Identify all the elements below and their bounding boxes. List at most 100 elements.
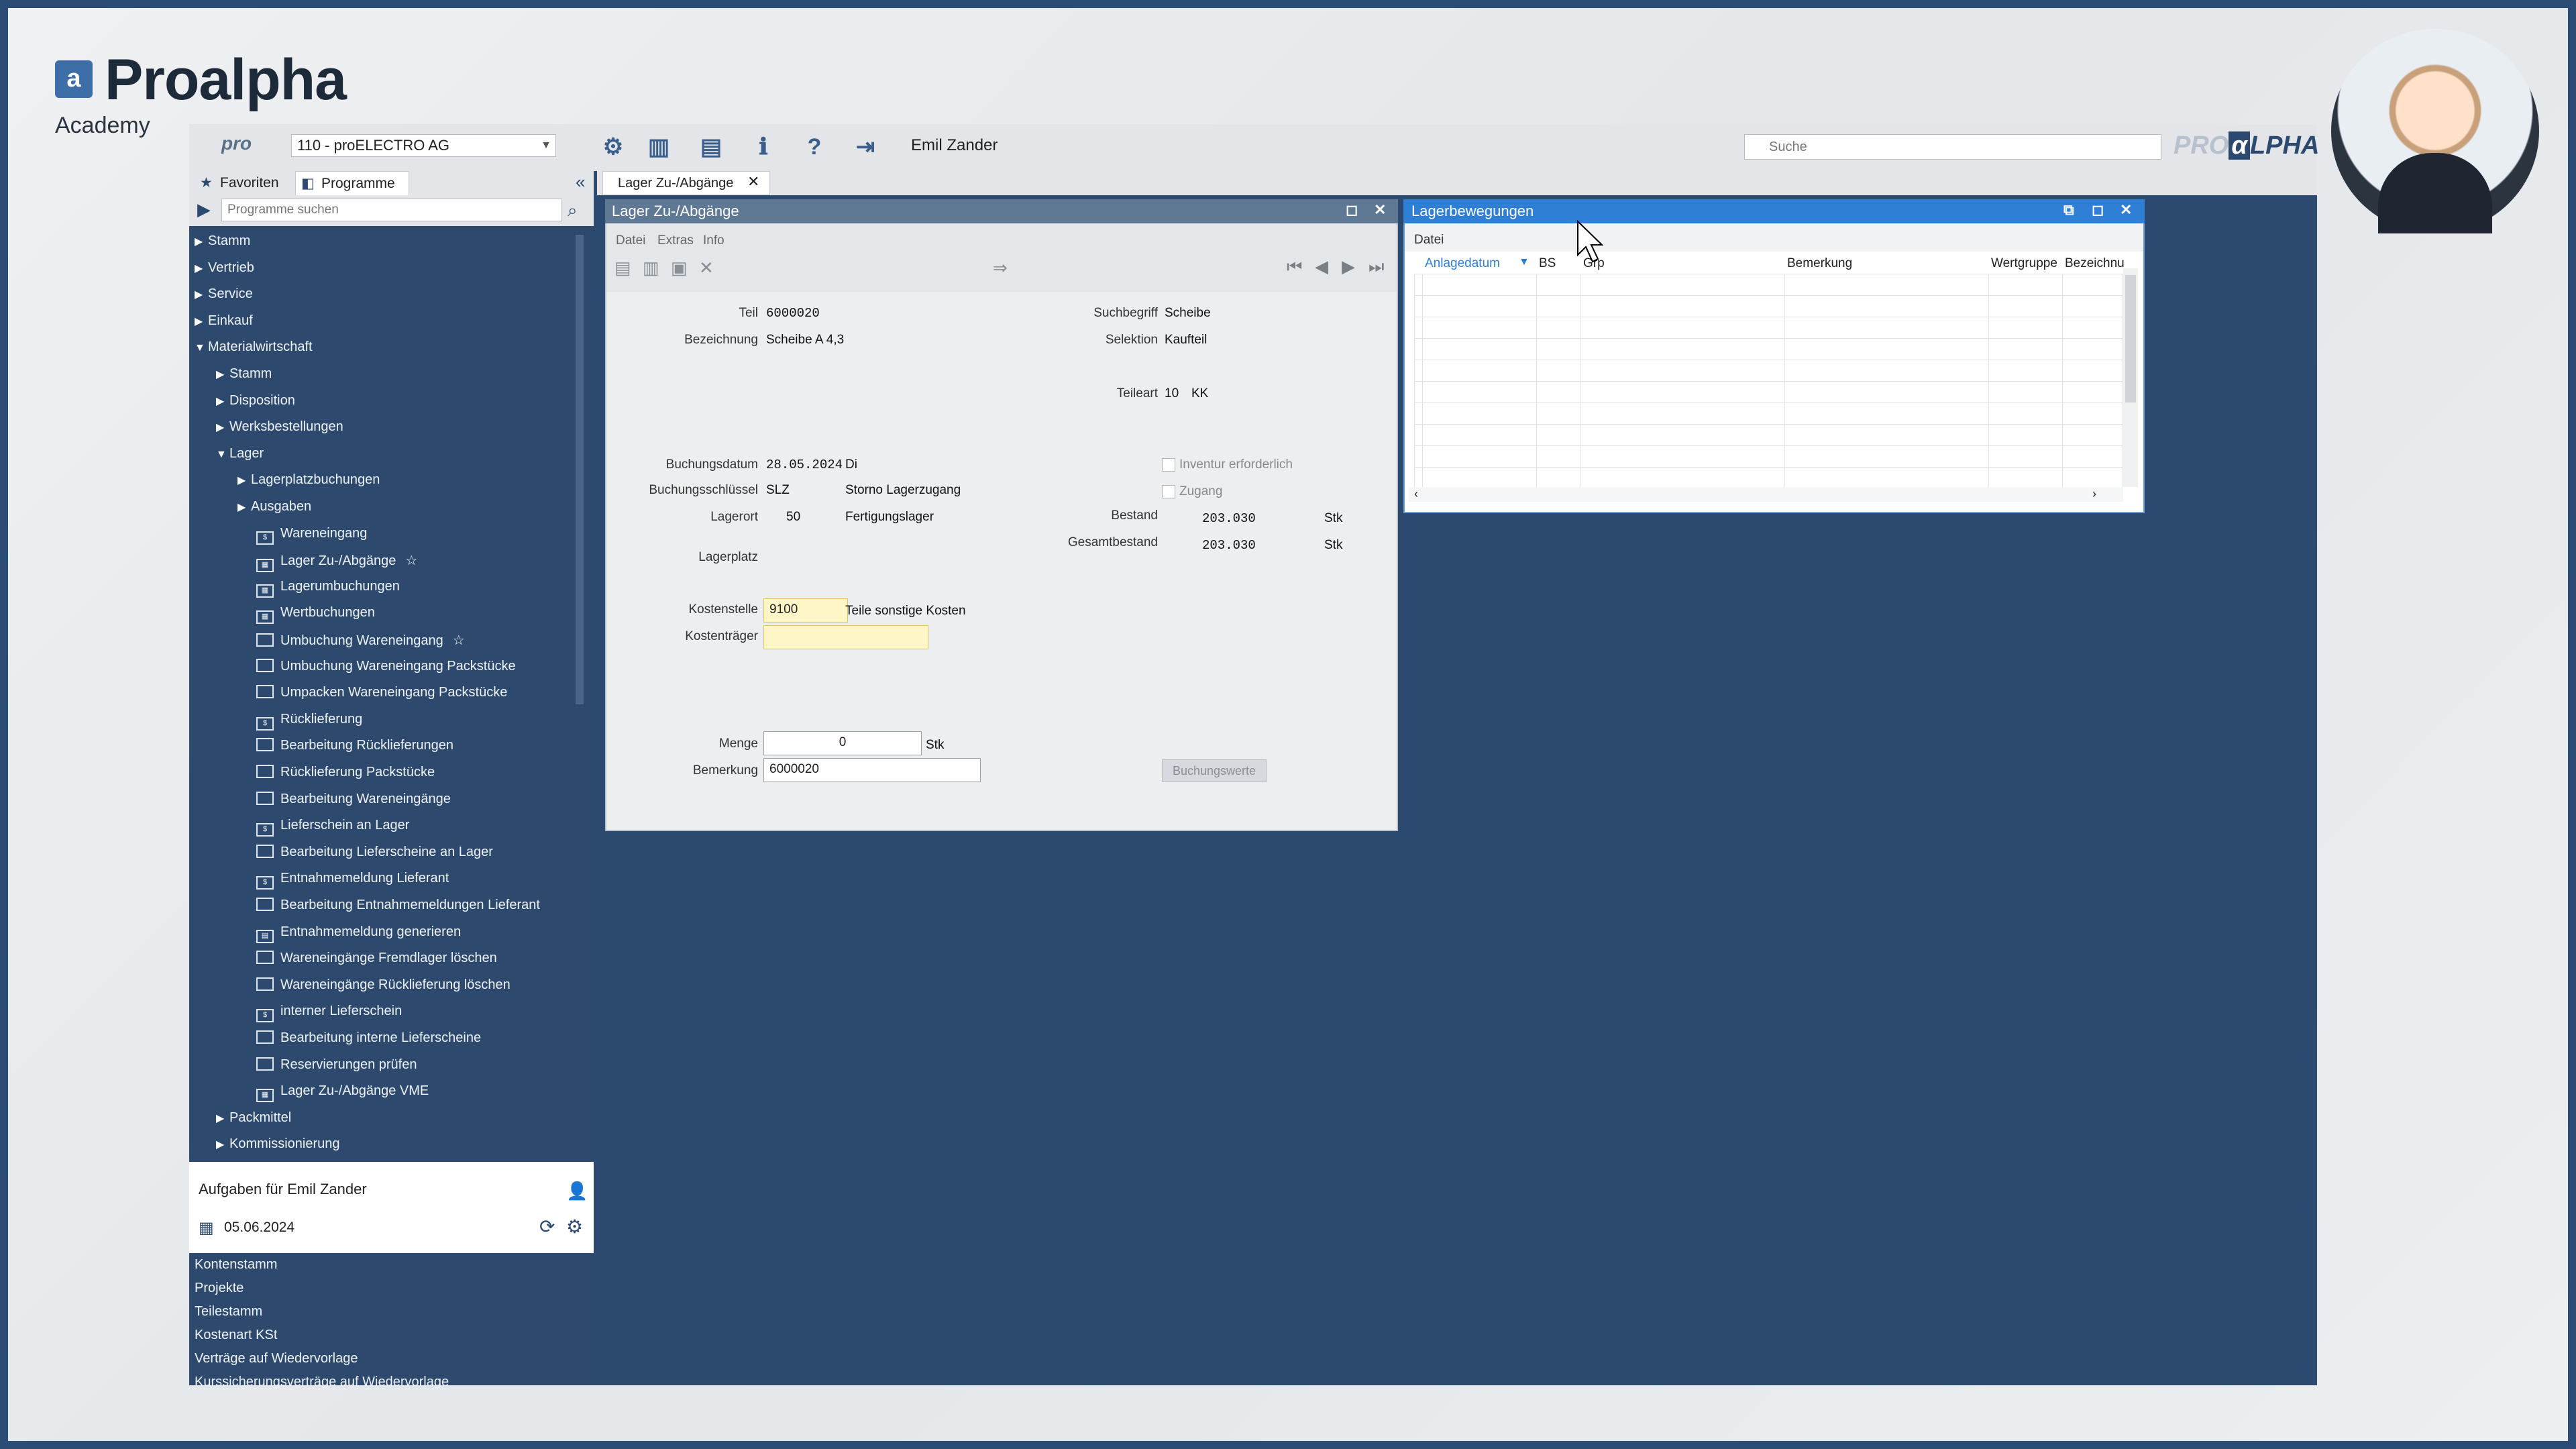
panel-layout-icon[interactable]: ▥ [645,133,672,160]
task-item[interactable]: Teilestamm [195,1304,262,1320]
collapsed-arrow-icon[interactable]: ▶ [195,262,208,275]
collapsed-arrow-icon[interactable]: ▶ [237,474,251,487]
tree-scrollbar[interactable] [576,235,584,704]
tree-item[interactable]: Umbuchung Wareneingang ☆ [256,632,465,649]
tree-item[interactable]: Umpacken Wareneingang Packstücke [256,685,507,700]
lagerort-value[interactable]: 50 [786,510,800,525]
close-icon[interactable]: ✕ [747,173,759,191]
column-header-wertgruppe[interactable]: Wertgruppe [1991,256,2057,271]
buchungswerte-button[interactable]: Buchungswerte [1162,759,1267,782]
menu-datei[interactable]: Datei [1414,233,1444,248]
buchungsdatum-value[interactable]: 28.05.2024 [766,458,843,472]
delete-icon[interactable]: ✕ [699,258,714,278]
logout-icon[interactable]: ⇥ [852,133,879,160]
bemerkung-input[interactable]: 6000020 [763,758,981,782]
zugang-checkbox[interactable] [1162,485,1175,498]
global-search-input[interactable] [1744,134,2161,160]
collapsed-arrow-icon[interactable]: ▶ [216,1112,229,1125]
tree-item[interactable]: Bearbeitung Lieferscheine an Lager [256,844,493,860]
tree-item[interactable]: Bearbeitung Wareneingänge [256,791,451,807]
tree-item[interactable]: Wareneingänge Fremdlager löschen [256,951,497,966]
tree-item[interactable]: ▦ Lager Zu-/Abgänge ☆ [256,552,417,573]
scroll-left-icon[interactable]: ‹ [1414,487,1418,501]
last-record-icon[interactable]: ⏭ [1368,256,1384,278]
column-header-bemerkung[interactable]: Bemerkung [1787,256,1852,271]
copy-record-icon[interactable]: ▥ [643,258,659,278]
task-item[interactable]: Kostenart KSt [195,1328,277,1343]
task-item[interactable]: Kontenstamm [195,1257,277,1273]
maximize-icon[interactable]: ◻ [1346,201,1358,219]
tree-item[interactable]: Rücklieferung Packstücke [256,765,435,780]
horizontal-scrollbar[interactable]: ‹ › [1409,487,2123,502]
collapse-panel-icon[interactable]: « [576,172,585,193]
info-icon[interactable]: ℹ [750,133,777,160]
tree-item[interactable]: Wareneingänge Rücklieferung löschen [256,977,511,993]
tree-item[interactable]: ▦ Lagerumbuchungen [256,579,400,598]
tree-item[interactable]: ▶ Vertrieb [195,260,254,276]
menge-input[interactable]: 0 [763,731,922,755]
window-layout-icon[interactable]: ▤ [698,133,724,160]
tree-item[interactable]: $ Entnahmemeldung Lieferant [256,871,449,890]
collapsed-arrow-icon[interactable]: ▶ [216,421,229,434]
tree-item[interactable]: ▶ Werksbestellungen [216,419,343,435]
task-item[interactable]: Kurssicherungsverträge auf Wiedervorlage [195,1375,449,1390]
tree-item[interactable]: $ Wareneingang [256,526,367,545]
tree-item[interactable]: Bearbeitung Entnahmemeldungen Lieferant [256,898,540,913]
menu-datei[interactable]: Datei [616,233,645,248]
first-record-icon[interactable]: ⏮ [1287,256,1302,278]
tree-item[interactable]: ▼ Lager [216,446,264,462]
scroll-right-icon[interactable]: › [2092,487,2096,501]
tree-item[interactable]: $ interner Lieferschein [256,1004,402,1023]
tree-item[interactable]: $ Lieferschein an Lager [256,818,409,837]
calendar-icon[interactable]: ▦ [199,1218,214,1238]
tree-item[interactable]: Umbuchung Wareneingang Packstücke [256,658,516,674]
tree-item[interactable]: ▤ Entnahmemeldung generieren [256,924,461,943]
help-icon[interactable]: ? [801,133,828,160]
tab-lager-zu-abgaenge[interactable]: Lager Zu-/Abgänge [602,171,770,195]
collapsed-arrow-icon[interactable]: ▶ [195,235,208,248]
collapsed-arrow-icon[interactable]: ▶ [216,368,229,381]
close-icon[interactable]: ✕ [1374,201,1386,219]
tree-item[interactable]: ▶ Stamm [216,366,272,382]
tree-item[interactable]: $ Rücklieferung [256,712,362,731]
collapsed-arrow-icon[interactable]: ▶ [237,500,251,514]
play-icon[interactable]: ▶ [197,199,211,220]
gear-icon[interactable]: ⚙ [566,1216,583,1238]
next-record-icon[interactable]: ▶ [1342,256,1355,277]
tree-item[interactable]: ▶ Service [195,286,253,302]
tree-item[interactable]: ▶ Stamm [195,233,250,249]
task-item[interactable]: Projekte [195,1281,244,1296]
collapsed-arrow-icon[interactable]: ▶ [195,315,208,328]
close-icon[interactable]: ✕ [2120,201,2132,219]
collapsed-arrow-icon[interactable]: ▶ [216,394,229,408]
company-select[interactable]: 110 - proELECTRO AG ▼ [291,134,556,157]
tree-item[interactable]: ▶ Kommissionierung [216,1136,340,1152]
tree-item[interactable]: ▶ Disposition [216,393,295,409]
settings-gear-icon[interactable]: ⚙ [600,133,627,160]
tree-item[interactable]: Reservierungen prüfen [256,1057,417,1073]
favorite-star-icon[interactable]: ☆ [453,633,465,648]
tab-programs[interactable]: ◧ Programme [295,171,409,195]
search-icon[interactable]: ⌕ [568,200,578,221]
menu-extras[interactable]: Extras [657,233,694,248]
maximize-icon[interactable]: ◻ [2092,201,2104,219]
collapsed-arrow-icon[interactable]: ▶ [216,1138,229,1151]
tree-item[interactable]: ▶ Einkauf [195,313,253,329]
teil-value[interactable]: 6000020 [766,306,820,321]
collapsed-arrow-icon[interactable]: ▶ [195,288,208,301]
kostenstelle-input[interactable]: 9100 [763,598,848,623]
favorite-star-icon[interactable]: ☆ [405,553,417,568]
menu-info[interactable]: Info [703,233,724,248]
tree-item[interactable]: Bearbeitung Rücklieferungen [256,738,453,753]
kostentraeger-input[interactable] [763,625,928,649]
new-record-icon[interactable]: ▤ [614,258,631,278]
inventur-checkbox[interactable] [1162,458,1175,472]
refresh-icon[interactable]: ⟳ [539,1216,555,1238]
task-item[interactable]: Verträge auf Wiedervorlage [195,1351,358,1366]
tree-item[interactable]: ▶ Packmittel [216,1110,291,1126]
tree-item[interactable]: ▶ Lagerplatzbuchungen [237,472,380,488]
expanded-arrow-icon[interactable]: ▼ [216,449,229,461]
vertical-scrollbar[interactable] [2123,268,2138,487]
sort-descending-icon[interactable]: ▼ [1519,256,1529,268]
tree-item[interactable]: Bearbeitung interne Lieferscheine [256,1030,481,1046]
